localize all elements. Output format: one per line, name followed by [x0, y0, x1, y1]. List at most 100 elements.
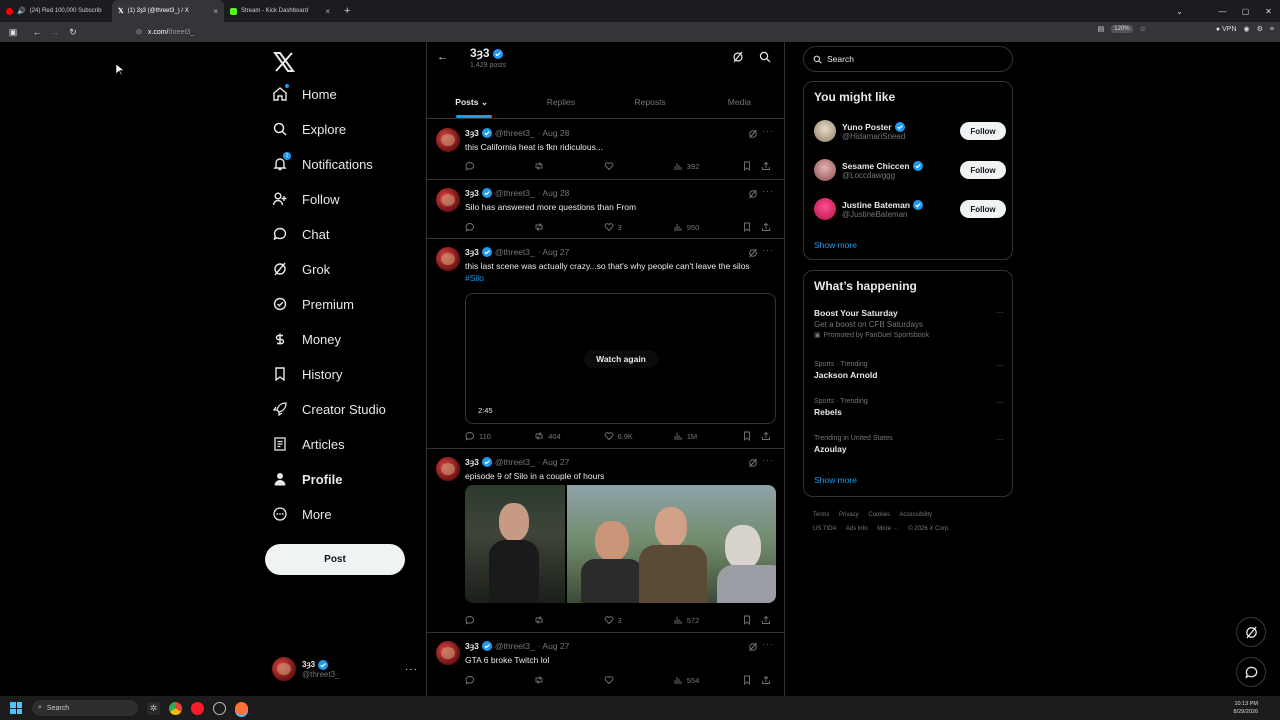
post[interactable]: 3ȝ3 @threet3_ · Aug 27 ··· episode 9 of Si… [427, 449, 784, 633]
like-button[interactable] [604, 674, 664, 686]
trend-item[interactable]: Sports · Trending Rebels ··· [814, 398, 1006, 417]
post-date[interactable]: · Aug 28 [538, 128, 570, 138]
grok-icon[interactable] [748, 642, 758, 652]
follow-button[interactable]: Follow [960, 161, 1006, 179]
share-icon[interactable] [761, 222, 771, 232]
suggestion-item[interactable]: Yuno Poster @HidamariSneed Follow [814, 118, 1006, 144]
search-icon[interactable] [759, 51, 771, 63]
grok-icon[interactable] [748, 248, 758, 258]
show-more-link[interactable]: Show more [814, 475, 857, 485]
post-button[interactable]: Post [265, 544, 405, 575]
bug-app-icon[interactable]: ✲ [147, 701, 160, 715]
nav-item-follow[interactable]: Follow [272, 191, 340, 207]
browser-tab-kick[interactable]: Stream - Kick Dashboard × [224, 0, 336, 22]
post[interactable]: 3ȝ3 @threet3_ · Aug 27 ··· this last scene… [427, 239, 784, 449]
nav-item-grok[interactable]: Grok [272, 261, 330, 277]
footer-link[interactable]: More ··· [877, 526, 898, 532]
chrome-icon[interactable] [169, 701, 182, 715]
account-switcher[interactable]: 3ȝ3 @threet3_ ··· [272, 654, 418, 684]
nav-item-profile[interactable]: Profile [272, 471, 342, 487]
follow-button[interactable]: Follow [960, 122, 1006, 140]
reply-button[interactable] [465, 614, 525, 626]
like-button[interactable]: 6.9K [604, 430, 664, 442]
nav-item-chat[interactable]: Chat [272, 226, 329, 242]
nav-item-articles[interactable]: Articles [272, 436, 345, 452]
trend-item[interactable]: Boost Your Saturday Get a boost on CFB S… [814, 308, 1006, 339]
share-icon[interactable] [761, 161, 771, 171]
nav-item-money[interactable]: Money [272, 331, 341, 347]
grok-icon[interactable] [748, 189, 758, 199]
reply-button[interactable]: 110 [465, 430, 525, 442]
footer-link[interactable]: Terms [813, 512, 829, 518]
zoom-level[interactable]: 120% [1111, 25, 1133, 33]
post-author[interactable]: 3ȝ3 [465, 128, 479, 138]
footer-link[interactable]: Accessibility [899, 512, 932, 518]
close-window-icon[interactable]: ✕ [1257, 7, 1280, 16]
bookmark-icon[interactable] [742, 222, 752, 232]
maximize-icon[interactable]: ▢ [1234, 7, 1257, 16]
trend-more-icon[interactable]: ··· [996, 398, 1004, 407]
avatar[interactable] [436, 247, 460, 271]
reload-icon[interactable]: ↻ [64, 27, 82, 38]
reader-view-icon[interactable]: ▤ [1098, 25, 1105, 33]
grok-icon[interactable] [748, 129, 758, 139]
site-info-icon[interactable]: ⊙ [136, 28, 142, 36]
tab-list-icon[interactable]: ⌄ [1168, 7, 1191, 16]
search-input[interactable]: Search [803, 46, 1013, 72]
sidebar-toggle-icon[interactable]: ▣ [4, 27, 22, 38]
nav-item-creator-studio[interactable]: Creator Studio [272, 401, 386, 417]
post-image-2[interactable] [567, 485, 776, 603]
opera-icon[interactable] [191, 701, 204, 715]
account-more-icon[interactable]: ··· [405, 664, 418, 675]
footer-link[interactable]: Ads info [846, 526, 868, 532]
nav-item-premium[interactable]: Premium [272, 296, 354, 312]
avatar[interactable] [436, 128, 460, 152]
views-button[interactable]: 572 [673, 614, 733, 626]
taskbar-search[interactable]: ⌕ Search [32, 700, 138, 716]
close-tab-icon[interactable]: × [325, 7, 330, 16]
minimize-icon[interactable]: — [1211, 7, 1234, 16]
like-button[interactable]: 3 [604, 221, 664, 233]
bookmark-icon[interactable] [742, 431, 752, 441]
grok-floating-button[interactable] [1236, 617, 1266, 647]
close-tab-icon[interactable]: × [213, 7, 218, 16]
address-bar[interactable]: ⊙ x.com/threet3_ [136, 25, 194, 39]
avatar[interactable] [436, 457, 460, 481]
repost-button[interactable]: 404 [534, 430, 594, 442]
avatar[interactable] [436, 641, 460, 665]
share-icon[interactable] [761, 431, 771, 441]
footer-link[interactable]: Cookies [868, 512, 890, 518]
post-handle[interactable]: @threet3_ [495, 128, 535, 138]
browser-tab-youtube[interactable]: 🔊 (24) Red 100,000 Subscrib [0, 0, 112, 22]
grok-icon[interactable] [732, 51, 744, 63]
bookmark-icon[interactable] [742, 615, 752, 625]
hashtag-link[interactable]: #Silo [465, 273, 484, 283]
post[interactable]: 3ȝ3 @threet3_ · Aug 27 ··· GTA 6 broke Twi… [427, 633, 784, 696]
post-handle[interactable]: @threet3_ [495, 188, 535, 198]
messages-floating-button[interactable] [1236, 657, 1266, 687]
windows-start-icon[interactable] [10, 702, 22, 714]
repost-button[interactable] [534, 674, 594, 686]
post-date[interactable]: · Aug 28 [538, 188, 570, 198]
speaker-icon[interactable]: 🔊 [17, 7, 26, 15]
post-author[interactable]: 3ȝ3 [465, 188, 479, 198]
forward-icon[interactable]: → [46, 27, 64, 37]
trend-item[interactable]: Trending in United States Azoulay ··· [814, 435, 1006, 454]
post-more-icon[interactable]: ··· [762, 455, 774, 465]
nav-item-more[interactable]: More [272, 506, 332, 522]
trend-more-icon[interactable]: ··· [996, 308, 1004, 317]
post-more-icon[interactable]: ··· [762, 126, 774, 136]
tab-media[interactable]: Media [695, 86, 784, 118]
views-button[interactable]: 392 [673, 160, 733, 172]
new-tab-button[interactable]: + [344, 5, 350, 17]
post-date[interactable]: · Aug 27 [538, 247, 570, 257]
reply-button[interactable] [465, 160, 525, 172]
nav-item-history[interactable]: History [272, 366, 342, 382]
suggestion-item[interactable]: Sesame Chiccen @Loccdawggg Follow [814, 157, 1006, 183]
post-date[interactable]: · Aug 27 [538, 457, 570, 467]
nav-item-home[interactable]: Home [272, 84, 337, 102]
post-author[interactable]: 3ȝ3 [465, 641, 479, 651]
views-button[interactable]: 950 [673, 221, 733, 233]
post-author[interactable]: 3ȝ3 [465, 457, 479, 467]
post-more-icon[interactable]: ··· [762, 245, 774, 255]
